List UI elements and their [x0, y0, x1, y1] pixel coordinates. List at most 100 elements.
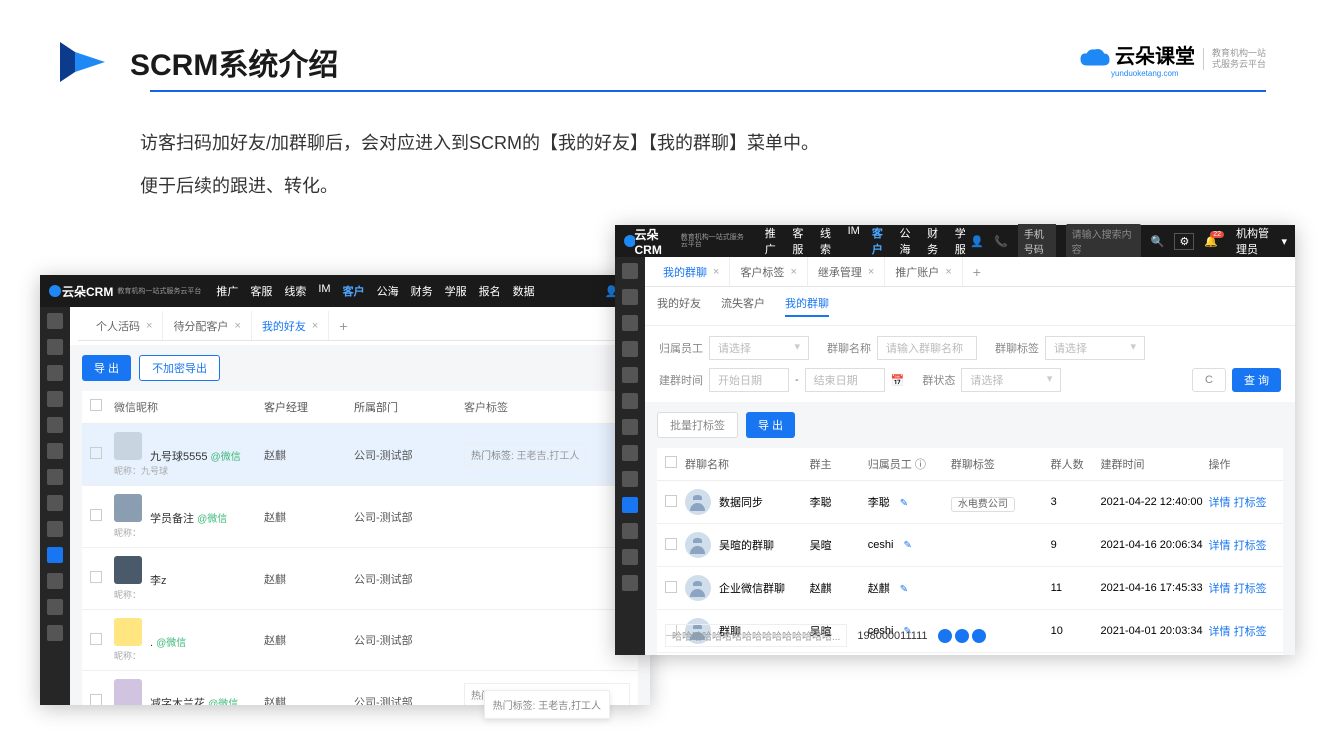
chevron-down-icon[interactable]: ▾ [1281, 235, 1287, 248]
sidebar-item[interactable] [47, 339, 63, 355]
nav-item[interactable]: 线索 [284, 283, 306, 299]
add-tab[interactable]: + [963, 257, 991, 286]
table-row[interactable]: 吴暄的群聊吴暄ceshi✎92021-04-16 20:06:34详情 打标签 [657, 524, 1283, 567]
add-tab[interactable]: + [329, 311, 357, 340]
sidebar-item[interactable] [622, 523, 638, 539]
export-button[interactable]: 导 出 [746, 412, 795, 438]
nav-item[interactable]: IM [318, 283, 330, 299]
row-checkbox[interactable] [665, 495, 677, 507]
batch-tag-button[interactable]: 批量打标签 [657, 412, 738, 438]
tab[interactable]: 继承管理× [808, 257, 885, 286]
sidebar-item[interactable] [622, 289, 638, 305]
export-button[interactable]: 导 出 [82, 355, 131, 381]
sidebar-item[interactable] [47, 469, 63, 485]
subtab[interactable]: 我的群聊 [785, 295, 829, 317]
table-row[interactable]: 学员备注 @微信昵称：赵麒公司-测试部 [82, 486, 638, 548]
checkbox-all[interactable] [90, 399, 102, 411]
close-icon[interactable]: × [146, 320, 152, 332]
nav-item[interactable]: 客户 [872, 225, 888, 257]
close-icon[interactable]: × [312, 320, 318, 332]
nav-item[interactable]: IM [848, 225, 860, 257]
sidebar-item[interactable] [622, 393, 638, 409]
action-icons[interactable] [938, 629, 986, 643]
sidebar-item[interactable] [47, 313, 63, 329]
nav-item[interactable]: 推广 [216, 283, 238, 299]
tab[interactable]: 待分配客户× [163, 311, 251, 340]
detail-link[interactable]: 详情 [1209, 583, 1231, 595]
row-checkbox[interactable] [90, 694, 102, 705]
search-type-select[interactable]: 手机号码 [1018, 224, 1056, 258]
checkbox-all[interactable] [665, 456, 677, 468]
table-row[interactable]: . @微信昵称：赵麒公司-测试部 [82, 610, 638, 671]
sidebar-item[interactable] [47, 417, 63, 433]
sidebar-item[interactable] [622, 263, 638, 279]
row-checkbox[interactable] [90, 571, 102, 583]
phone-icon[interactable]: 📞 [994, 235, 1008, 248]
export-noenc-button[interactable]: 不加密导出 [139, 355, 220, 381]
edit-icon[interactable]: ✎ [900, 584, 908, 595]
table-row[interactable]: 数据同步李聪李聪✎水电费公司32021-04-22 12:40:00详情 打标签 [657, 481, 1283, 524]
sidebar-item[interactable] [47, 495, 63, 511]
user-label[interactable]: 机构管理员 [1236, 225, 1271, 257]
sidebar-item[interactable] [47, 521, 63, 537]
nav-item[interactable]: 数据 [513, 283, 535, 299]
row-checkbox[interactable] [665, 538, 677, 550]
tab[interactable]: 推广账户× [885, 257, 962, 286]
sidebar-item-active[interactable] [622, 497, 638, 513]
detail-link[interactable]: 详情 [1209, 497, 1231, 509]
bell-icon[interactable]: 🔔22 [1204, 235, 1218, 248]
sidebar-item[interactable] [47, 443, 63, 459]
filter-gtag-select[interactable]: 请选择▾ [1045, 336, 1145, 360]
table-row[interactable]: 企业微信群聊赵麒赵麒✎112021-04-16 17:45:33详情 打标签 [657, 567, 1283, 610]
edit-icon[interactable]: ✎ [900, 498, 908, 509]
table-row[interactable]: 群聊振亚振亚✎32021-03-26 20:10:47详情 打标签 [657, 653, 1283, 655]
sidebar-item[interactable] [622, 419, 638, 435]
nav-item[interactable]: 财务 [927, 225, 943, 257]
sidebar-item[interactable] [622, 471, 638, 487]
sidebar-item[interactable] [622, 315, 638, 331]
calendar-icon[interactable]: 📅 [891, 374, 905, 387]
nav-item[interactable]: 推广 [765, 225, 781, 257]
close-icon[interactable]: × [713, 266, 719, 278]
nav-item[interactable]: 客服 [792, 225, 808, 257]
edit-icon[interactable]: ✎ [903, 540, 911, 551]
nav-item[interactable]: 公海 [377, 283, 399, 299]
nav-item[interactable]: 客服 [250, 283, 272, 299]
table-row[interactable]: 李z 昵称：赵麒公司-测试部 [82, 548, 638, 610]
close-icon[interactable]: × [945, 266, 951, 278]
sidebar-item[interactable] [622, 341, 638, 357]
sidebar-item[interactable] [622, 549, 638, 565]
sidebar-item[interactable] [47, 599, 63, 615]
user-icon[interactable]: 👤 [970, 235, 984, 248]
close-icon[interactable]: × [790, 266, 796, 278]
sidebar-item-active[interactable] [47, 547, 63, 563]
row-checkbox[interactable] [665, 581, 677, 593]
tab[interactable]: 我的群聊× [653, 257, 730, 286]
tab[interactable]: 客户标签× [730, 257, 807, 286]
sidebar-item[interactable] [622, 445, 638, 461]
subtab[interactable]: 我的好友 [657, 295, 701, 317]
nav-item[interactable]: 学服 [955, 225, 971, 257]
nav-item[interactable]: 线索 [820, 225, 836, 257]
row-checkbox[interactable] [90, 509, 102, 521]
table-row[interactable]: 九号球5555 @微信昵称：九号球赵麒公司-测试部热门标签: 王老吉,打工人 [82, 424, 638, 486]
filter-gname-input[interactable]: 请输入群聊名称 [877, 336, 977, 360]
nav-item[interactable]: 客户 [343, 283, 365, 299]
tab[interactable]: 个人活码× [86, 311, 163, 340]
search-input[interactable]: 请输入搜索内容 [1066, 224, 1141, 258]
end-date-input[interactable]: 结束日期 [805, 368, 885, 392]
row-checkbox[interactable] [90, 633, 102, 645]
sidebar-item[interactable] [47, 573, 63, 589]
detail-link[interactable]: 详情 [1209, 540, 1231, 552]
sidebar-item[interactable] [622, 367, 638, 383]
settings-icon[interactable]: ⚙ [1174, 233, 1194, 250]
sidebar-item[interactable] [47, 625, 63, 641]
tag-link[interactable]: 打标签 [1234, 497, 1267, 509]
row-checkbox[interactable] [90, 447, 102, 459]
nav-item[interactable]: 财务 [411, 283, 433, 299]
reset-button[interactable]: C [1192, 368, 1226, 392]
subtab[interactable]: 流失客户 [721, 295, 765, 317]
nav-item[interactable]: 报名 [479, 283, 501, 299]
filter-emp-select[interactable]: 请选择▾ [709, 336, 809, 360]
search-icon[interactable]: 🔍 [1151, 235, 1165, 248]
